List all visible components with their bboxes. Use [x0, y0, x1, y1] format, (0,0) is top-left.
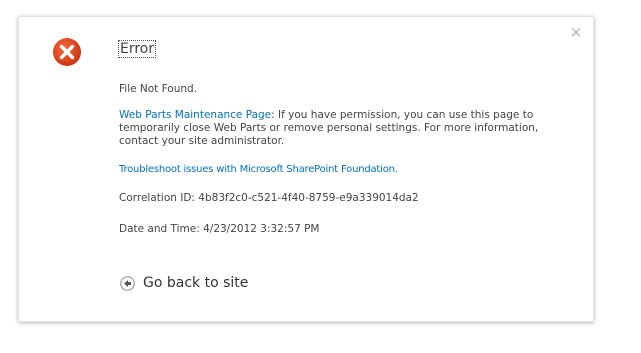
troubleshoot-paragraph: Troubleshoot issues with Microsoft Share… — [119, 163, 564, 176]
troubleshoot-link[interactable]: Troubleshoot issues with Microsoft Share… — [119, 164, 398, 175]
correlation-id: Correlation ID: 4b83f2c0-c521-4f40-8759-… — [119, 192, 419, 204]
dialog-body: File Not Found. Web Parts Maintenance Pa… — [119, 83, 564, 236]
go-back-label: Go back to site — [143, 275, 249, 291]
maintenance-page-link[interactable]: Web Parts Maintenance Page — [119, 109, 271, 121]
back-arrow-icon — [120, 275, 135, 291]
error-x-icon — [53, 38, 81, 66]
dialog-title: Error — [117, 40, 157, 58]
error-dialog: × Error File Not Found. Web Parts Mainte… — [18, 16, 594, 322]
error-message: File Not Found. — [119, 83, 198, 95]
close-icon[interactable]: × — [569, 25, 583, 40]
maintenance-paragraph: Web Parts Maintenance Page: If you have … — [119, 109, 564, 148]
go-back-to-site-link[interactable]: Go back to site — [120, 275, 248, 291]
date-time: Date and Time: 4/23/2012 3:32:57 PM — [119, 223, 320, 235]
